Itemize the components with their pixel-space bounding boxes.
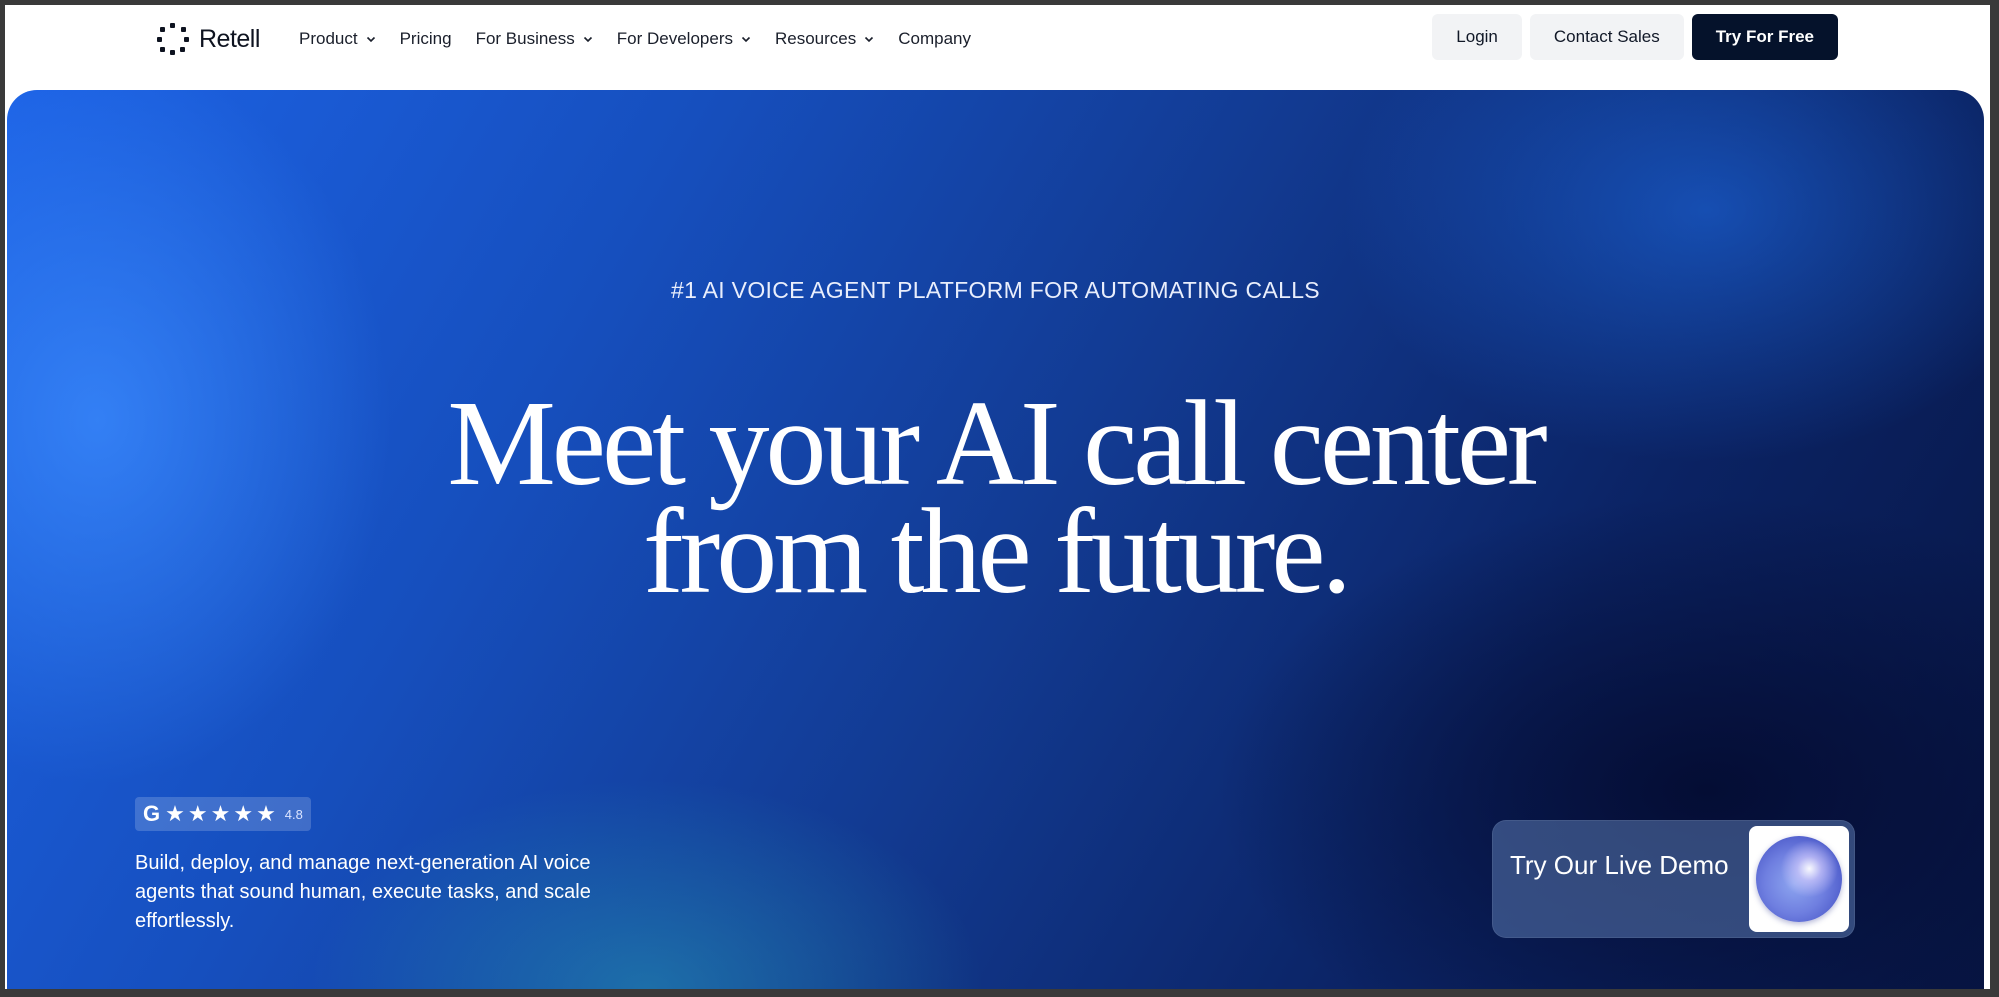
hero-headline: Meet your AI call center from the future… [7, 376, 1984, 619]
nav-item-company[interactable]: Company [898, 29, 971, 49]
demo-thumbnail [1749, 826, 1849, 932]
nav-item-resources[interactable]: Resources [775, 29, 874, 49]
star-icon: ★ [187, 801, 208, 826]
hero-eyebrow: #1 AI VOICE AGENT PLATFORM FOR AUTOMATIN… [671, 277, 1320, 303]
chevron-down-icon [366, 36, 375, 43]
nav-item-for-developers[interactable]: For Developers [617, 29, 751, 49]
hero-headline-line-2: from the future. [643, 484, 1352, 619]
hero-description: Build, deploy, and manage next-generatio… [135, 852, 591, 932]
hero-section: #1 AI VOICE AGENT PLATFORM FOR AUTOMATIN… [7, 90, 1984, 989]
login-button[interactable]: Login [1432, 14, 1522, 60]
nav-item-label: Resources [774, 29, 857, 48]
nav-item-pricing[interactable]: Pricing [400, 29, 452, 49]
nav-actions: Login Contact Sales Try For Free [1432, 14, 1838, 60]
voice-orb-icon [1756, 836, 1842, 922]
contact-sales-button[interactable]: Contact Sales [1529, 14, 1684, 60]
g2-rating-badge[interactable]: G ★ ★ ★ ★ ★ 4.8 [135, 797, 311, 831]
page-frame: Retell Product Pricing For Business For … [5, 5, 1990, 989]
nav-item-for-business[interactable]: For Business [476, 29, 593, 49]
nav-item-label: For Business [475, 29, 575, 48]
brand-logo[interactable]: Retell [157, 23, 260, 55]
try-for-free-button[interactable]: Try For Free [1691, 14, 1838, 60]
rating-score: 4.8 [284, 806, 303, 822]
nav-item-product[interactable]: Product [299, 29, 376, 49]
live-demo-card[interactable]: Try Our Live Demo [1492, 820, 1855, 938]
nav-item-label: For Developers [616, 29, 733, 48]
nav-item-label: Pricing [399, 29, 452, 48]
hero-headline-line-1: Meet your AI call center [447, 376, 1547, 511]
chevron-down-icon [583, 36, 592, 43]
star-icon: ★ [210, 801, 231, 826]
star-icon: ★ [256, 801, 276, 826]
live-demo-label: Try Our Live Demo [1510, 850, 1729, 880]
chevron-down-icon [741, 36, 751, 43]
retell-logo-icon [157, 23, 189, 55]
top-navigation: Retell Product Pricing For Business For … [5, 5, 1990, 85]
main-menu: Product Pricing For Business For Develop… [299, 29, 995, 49]
star-icon: ★ [165, 801, 185, 826]
nav-item-label: Company [898, 29, 972, 48]
nav-item-label: Product [299, 29, 358, 48]
star-icon: ★ [233, 801, 254, 826]
brand-name: Retell [199, 24, 260, 53]
chevron-down-icon [865, 36, 874, 43]
g2-icon: G [143, 801, 161, 826]
